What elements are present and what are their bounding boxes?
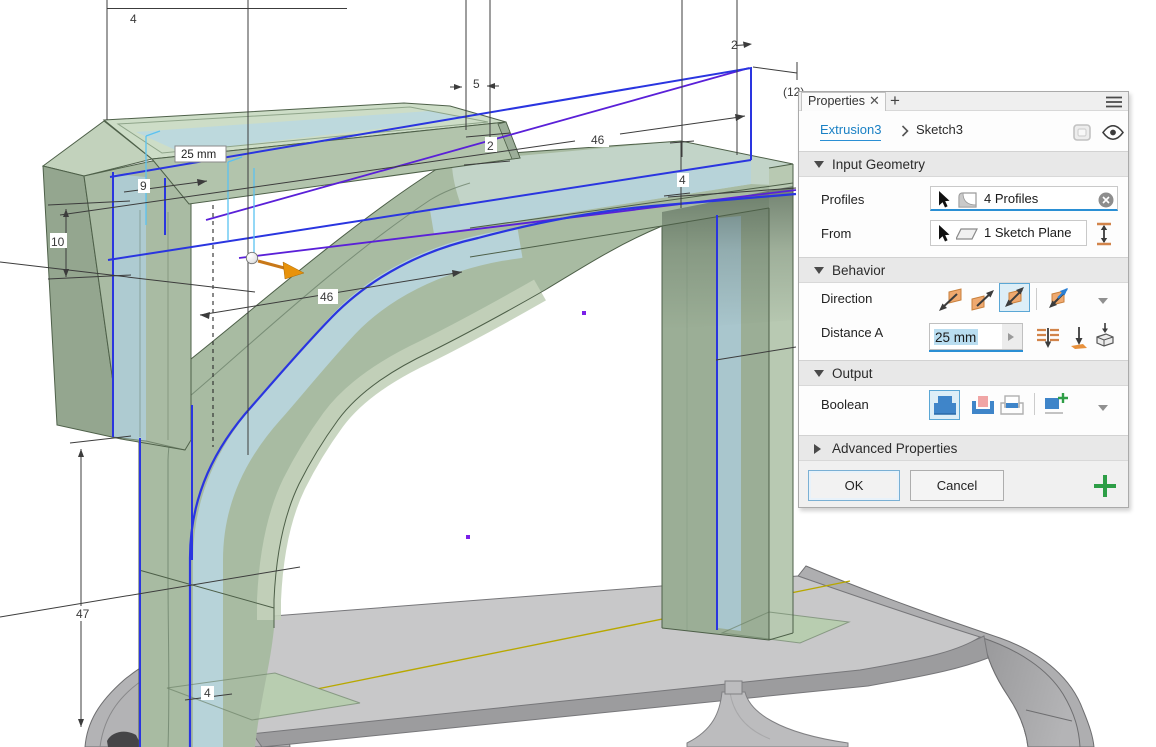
svg-text:10: 10: [51, 235, 65, 249]
svg-text:2: 2: [487, 139, 494, 153]
svg-text:4: 4: [204, 686, 211, 700]
svg-text:5: 5: [473, 77, 480, 91]
svg-text:46: 46: [320, 290, 334, 304]
svg-text:4: 4: [679, 173, 686, 187]
svg-text:46: 46: [591, 133, 605, 147]
svg-text:47: 47: [76, 607, 90, 621]
svg-text:2: 2: [731, 38, 738, 52]
svg-text:9: 9: [140, 179, 147, 193]
svg-text:4: 4: [130, 12, 137, 26]
svg-text:25 mm: 25 mm: [181, 149, 216, 161]
